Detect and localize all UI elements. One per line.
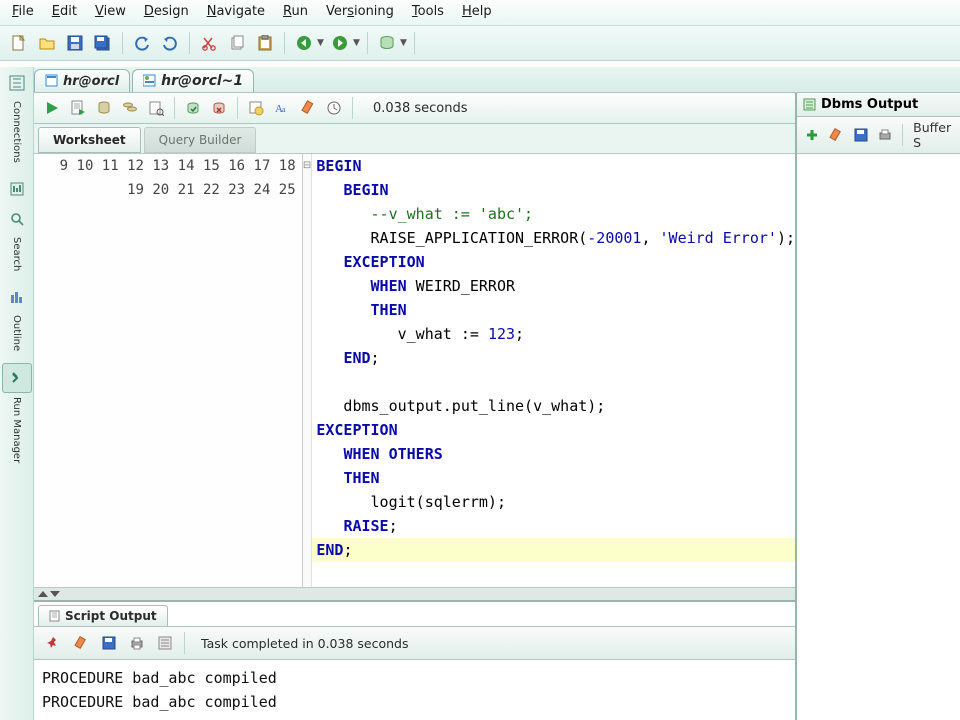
left-sidebar: Connections Search Outline Run Manager xyxy=(0,67,34,720)
dbms-add-button[interactable] xyxy=(801,122,823,148)
execution-time-label: 0.038 seconds xyxy=(373,101,468,116)
autotrace-button[interactable] xyxy=(118,96,142,120)
tab-worksheet[interactable]: Worksheet xyxy=(38,127,141,153)
connection-tabs: hr@orcl hr@orcl~1 xyxy=(34,67,960,93)
dbms-save-button[interactable] xyxy=(850,122,872,148)
sidebar-outline-label: Outline xyxy=(11,315,22,351)
run-statement-button[interactable] xyxy=(40,96,64,120)
dbms-output-toolbar: Buffer S xyxy=(797,117,960,154)
sql-tuning-button[interactable] xyxy=(144,96,168,120)
script-output-panel: Script Output Task completed in 0.038 se… xyxy=(34,600,795,720)
commit-button[interactable] xyxy=(181,96,205,120)
line-gutter: 9 10 11 12 13 14 15 16 17 18 19 20 21 22… xyxy=(34,154,303,587)
to-uppercase-button[interactable]: Aa xyxy=(270,96,294,120)
redo-button[interactable] xyxy=(157,30,183,56)
script-output-body[interactable]: PROCEDURE bad_abc compiled PROCEDURE bad… xyxy=(34,660,795,720)
worksheet-icon xyxy=(45,74,59,88)
back-button[interactable] xyxy=(291,30,317,56)
output-options-button[interactable] xyxy=(152,630,178,656)
script-output-tab[interactable]: Script Output xyxy=(38,605,168,626)
menu-help[interactable]: Help xyxy=(462,4,492,19)
db-action-button[interactable] xyxy=(374,30,400,56)
editor-scroll-controls[interactable] xyxy=(34,587,795,600)
code-body[interactable]: BEGIN BEGIN --v_what := 'abc'; RAISE_APP… xyxy=(312,154,795,587)
paste-button[interactable] xyxy=(252,30,278,56)
new-button[interactable] xyxy=(6,30,32,56)
print-output-button[interactable] xyxy=(124,630,150,656)
dbms-output-title[interactable]: Dbms Output xyxy=(797,93,960,117)
forward-button[interactable] xyxy=(327,30,353,56)
sidebar-connections-button[interactable] xyxy=(3,69,31,97)
dbms-icon xyxy=(803,98,817,112)
copy-button[interactable] xyxy=(224,30,250,56)
tab-query-builder[interactable]: Query Builder xyxy=(144,127,257,153)
script-icon xyxy=(49,610,61,622)
rollback-button[interactable] xyxy=(207,96,231,120)
clear-button[interactable] xyxy=(296,96,320,120)
menu-run[interactable]: Run xyxy=(283,4,308,19)
save-all-button[interactable] xyxy=(90,30,116,56)
connection-tab-1-label: hr@orcl~1 xyxy=(161,73,243,89)
main-toolbar: ▼ ▼ ▼ xyxy=(0,26,960,61)
worksheet-subtabs: Worksheet Query Builder xyxy=(34,124,795,154)
clear-output-button[interactable] xyxy=(68,630,94,656)
code-editor[interactable]: 9 10 11 12 13 14 15 16 17 18 19 20 21 22… xyxy=(34,154,795,587)
menu-tools[interactable]: Tools xyxy=(412,4,444,19)
dbms-print-button[interactable] xyxy=(874,122,896,148)
menu-view[interactable]: View xyxy=(95,4,126,19)
save-output-button[interactable] xyxy=(96,630,122,656)
open-button[interactable] xyxy=(34,30,60,56)
dbms-buffer-label: Buffer S xyxy=(913,120,956,150)
menu-navigate[interactable]: Navigate xyxy=(207,4,265,19)
dbms-clear-button[interactable] xyxy=(825,122,847,148)
sidebar-runmgr-button[interactable] xyxy=(2,363,32,393)
connection-tab-0[interactable]: hr@orcl xyxy=(34,69,130,92)
connection-tab-1[interactable]: hr@orcl~1 xyxy=(132,69,254,92)
sidebar-search-label: Search xyxy=(11,237,22,271)
sql-history-button[interactable] xyxy=(322,96,346,120)
dbms-output-panel: Dbms Output Buffer S xyxy=(796,93,960,720)
undo-button[interactable] xyxy=(129,30,155,56)
cut-button[interactable] xyxy=(196,30,222,56)
sidebar-outline-button[interactable] xyxy=(3,283,31,311)
svg-text:a: a xyxy=(282,105,286,114)
explain-plan-button[interactable] xyxy=(92,96,116,120)
sidebar-reports-button[interactable] xyxy=(3,175,31,203)
pin-button[interactable] xyxy=(40,630,66,656)
worksheet-toolbar: Aa 0.038 seconds xyxy=(34,93,795,124)
menu-edit[interactable]: Edit xyxy=(52,4,77,19)
script-output-status: Task completed in 0.038 seconds xyxy=(201,636,408,651)
sidebar-connections-label: Connections xyxy=(11,101,22,163)
db-action-dropdown[interactable]: ▼ xyxy=(400,38,408,48)
menu-versioning[interactable]: Versioning xyxy=(326,4,394,19)
menu-bar: File Edit View Design Navigate Run Versi… xyxy=(0,0,960,26)
back-dropdown[interactable]: ▼ xyxy=(317,38,325,48)
menu-file[interactable]: File xyxy=(12,4,34,19)
unshared-worksheet-button[interactable] xyxy=(244,96,268,120)
connection-tab-0-label: hr@orcl xyxy=(63,74,119,89)
sidebar-runmgr-label: Run Manager xyxy=(11,397,22,463)
forward-dropdown[interactable]: ▼ xyxy=(353,38,361,48)
menu-design[interactable]: Design xyxy=(144,4,189,19)
sidebar-search-button[interactable] xyxy=(3,205,31,233)
script-output-toolbar: Task completed in 0.038 seconds xyxy=(34,626,795,660)
run-script-button[interactable] xyxy=(66,96,90,120)
worksheet-icon xyxy=(143,74,157,88)
save-button[interactable] xyxy=(62,30,88,56)
fold-gutter[interactable]: ⊟ xyxy=(303,154,313,587)
